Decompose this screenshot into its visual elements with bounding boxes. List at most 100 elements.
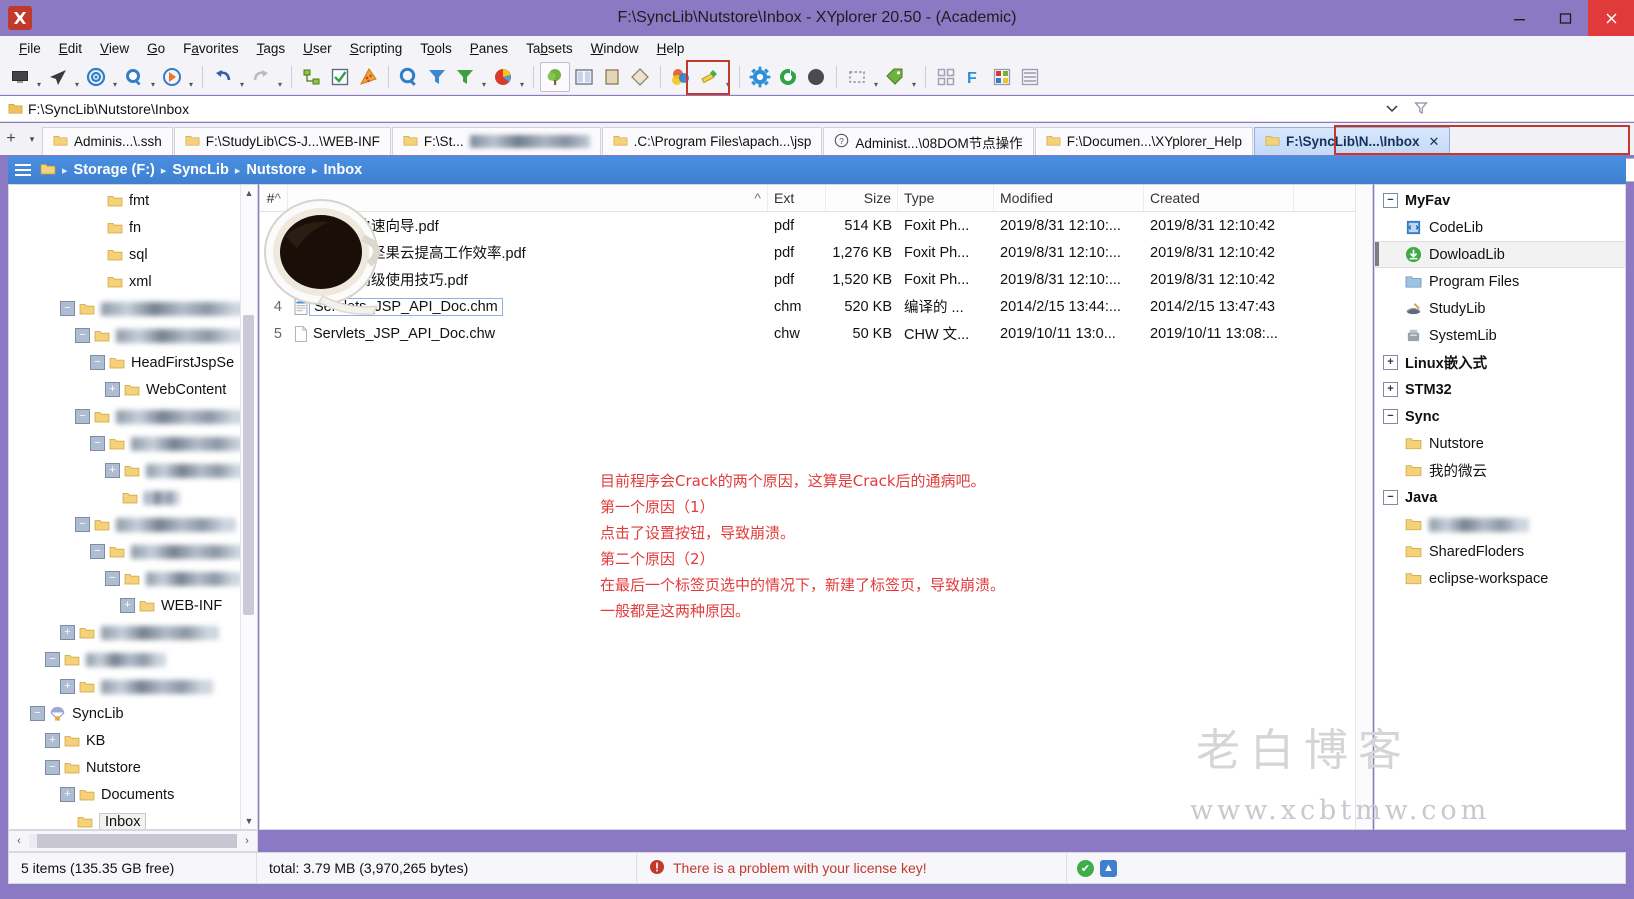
file-row[interactable]: 3PDF坚果云高级使用技巧.pdfpdf1,520 KBFoxit Ph...2… bbox=[260, 266, 1372, 293]
chevron-right-icon[interactable]: › bbox=[237, 835, 257, 847]
tree-node[interactable]: +WebContent bbox=[9, 376, 257, 403]
tab-0[interactable]: Adminis...\.ssh bbox=[42, 127, 173, 155]
catalog-toggle-expand-icon[interactable]: + bbox=[1383, 382, 1398, 397]
breadcrumb-item-1[interactable]: SyncLib bbox=[168, 162, 232, 178]
menu-item-tags[interactable]: Tags bbox=[248, 39, 295, 58]
tree-hscroll-thumb[interactable] bbox=[37, 834, 237, 848]
tree-node[interactable]: −HeadFirstJspSe bbox=[9, 349, 257, 376]
minimize-button[interactable] bbox=[1496, 0, 1542, 36]
menu-item-window[interactable]: Window bbox=[582, 39, 648, 58]
grid-icon[interactable] bbox=[932, 63, 960, 91]
column-header-type[interactable]: Type bbox=[898, 185, 994, 211]
menu-item-view[interactable]: View bbox=[91, 39, 138, 58]
catalog-group[interactable]: −Sync bbox=[1375, 403, 1625, 430]
chevron-left-icon[interactable]: ‹ bbox=[9, 835, 29, 847]
dual-pane-icon[interactable] bbox=[570, 63, 598, 91]
catalog-item[interactable]: Nutstore bbox=[1375, 430, 1625, 457]
menu-item-help[interactable]: Help bbox=[648, 39, 694, 58]
pie-chart-icon[interactable] bbox=[489, 63, 517, 91]
menu-item-favorites[interactable]: Favorites bbox=[174, 39, 248, 58]
menu-item-scripting[interactable]: Scripting bbox=[341, 39, 412, 58]
file-name[interactable]: Servlets_JSP_API_Doc.chw bbox=[313, 326, 495, 342]
close-button[interactable] bbox=[1588, 0, 1634, 36]
file-name[interactable]: Servlets_JSP_API_Doc.chm bbox=[309, 298, 503, 316]
tree-toggle-expand-icon[interactable]: + bbox=[60, 787, 75, 802]
catalog-item[interactable]: SharedFloders bbox=[1375, 538, 1625, 565]
gear-icon[interactable] bbox=[746, 63, 774, 91]
tab-3[interactable]: .C:\Program Files\apach...\jsp bbox=[602, 127, 823, 155]
tree-icon[interactable] bbox=[540, 62, 570, 92]
menu-item-panes[interactable]: Panes bbox=[461, 39, 517, 58]
catalog-item[interactable]: DowloadLib bbox=[1375, 241, 1625, 268]
preview-icon[interactable] bbox=[626, 63, 654, 91]
catalog-group[interactable]: −Java bbox=[1375, 484, 1625, 511]
chevron-down-icon[interactable]: ▾ bbox=[186, 61, 196, 93]
tree-toggle-collapse-icon[interactable]: − bbox=[90, 544, 105, 559]
column-header-ext[interactable]: Ext bbox=[768, 185, 826, 211]
funnel-icon[interactable] bbox=[1414, 101, 1428, 118]
catalog-item[interactable]: CodeLib bbox=[1375, 214, 1625, 241]
tab-close-icon[interactable]: ✕ bbox=[1429, 134, 1440, 150]
status-license-error[interactable]: There is a problem with your license key… bbox=[637, 853, 1067, 883]
tree-toggle-collapse-icon[interactable]: − bbox=[90, 436, 105, 451]
catalog-item[interactable] bbox=[1375, 511, 1625, 538]
tab-2[interactable]: F:\St... bbox=[392, 127, 601, 155]
hamburger-icon[interactable] bbox=[8, 156, 38, 184]
tree-hscroll-track[interactable] bbox=[29, 834, 237, 848]
tree-toggle-collapse-icon[interactable]: − bbox=[45, 760, 60, 775]
tree-node[interactable]: sql bbox=[9, 241, 257, 268]
column-header-num[interactable]: # ^ bbox=[260, 185, 288, 211]
tree-node[interactable]: fn bbox=[9, 214, 257, 241]
chevron-down-icon[interactable]: ▾ bbox=[110, 61, 120, 93]
tree-node[interactable]: + bbox=[9, 457, 257, 484]
tree-toggle-collapse-icon[interactable]: − bbox=[105, 571, 120, 586]
catalog-toggle-collapse-icon[interactable]: − bbox=[1383, 193, 1398, 208]
chevron-down-icon[interactable]: ▾ bbox=[34, 61, 44, 93]
tree-toggle-expand-icon[interactable]: + bbox=[60, 679, 75, 694]
column-header-modified[interactable]: Modified bbox=[994, 185, 1144, 211]
tree-toggle-expand-icon[interactable]: + bbox=[45, 733, 60, 748]
magnifier-blue-icon[interactable] bbox=[120, 63, 148, 91]
catalog-group[interactable]: +Linux嵌入式 bbox=[1375, 349, 1625, 376]
catalog-toggle-collapse-icon[interactable]: − bbox=[1383, 490, 1398, 505]
moon-icon[interactable] bbox=[802, 63, 830, 91]
chevron-down-icon[interactable]: ▾ bbox=[237, 61, 247, 93]
pizza-icon[interactable] bbox=[354, 63, 382, 91]
tab-6[interactable]: F:\SyncLib\N...\Inbox✕ bbox=[1254, 127, 1450, 155]
tree-toggle-collapse-icon[interactable]: − bbox=[90, 355, 105, 370]
tree-node[interactable]: − bbox=[9, 538, 257, 565]
refresh-green-icon[interactable] bbox=[774, 63, 802, 91]
menu-item-tools[interactable]: Tools bbox=[411, 39, 461, 58]
new-tab-button[interactable]: + bbox=[0, 123, 22, 155]
tree-horizontal-scrollbar[interactable]: ‹ › bbox=[8, 830, 258, 852]
tree-toggle-expand-icon[interactable]: + bbox=[60, 625, 75, 640]
tree-node[interactable]: xml bbox=[9, 268, 257, 295]
catalog-group[interactable]: +STM32 bbox=[1375, 376, 1625, 403]
maximize-button[interactable] bbox=[1542, 0, 1588, 36]
chevron-down-icon[interactable]: ▾ bbox=[909, 61, 919, 93]
checkbox-icon[interactable] bbox=[326, 63, 354, 91]
chevron-down-icon[interactable]: ▾ bbox=[148, 61, 158, 93]
font-icon[interactable]: F bbox=[960, 63, 988, 91]
monitor-icon[interactable] bbox=[6, 63, 34, 91]
tab-list-dropdown[interactable]: ▾ bbox=[22, 123, 42, 155]
tree-toggle-collapse-icon[interactable]: − bbox=[45, 652, 60, 667]
tree-node[interactable]: +Documents bbox=[9, 781, 257, 808]
tree-toggle-collapse-icon[interactable]: − bbox=[75, 328, 90, 343]
chevron-down-icon[interactable]: ▾ bbox=[479, 61, 489, 93]
menu-item-tabsets[interactable]: Tabsets bbox=[517, 39, 582, 58]
ok-badge-icon[interactable]: ✔ bbox=[1077, 860, 1094, 877]
list-grid-icon[interactable] bbox=[1016, 63, 1044, 91]
selection-box-icon[interactable] bbox=[843, 63, 871, 91]
tree-node[interactable]: Inbox bbox=[9, 808, 257, 830]
tree-toggle-expand-icon[interactable]: + bbox=[120, 598, 135, 613]
catalog-item[interactable]: StudyLib bbox=[1375, 295, 1625, 322]
undo-icon[interactable] bbox=[209, 63, 237, 91]
single-pane-icon[interactable] bbox=[598, 63, 626, 91]
tab-1[interactable]: F:\StudyLib\CS-J...\WEB-INF bbox=[174, 127, 391, 155]
tree-node[interactable]: +KB bbox=[9, 727, 257, 754]
tree-toggle-collapse-icon[interactable]: − bbox=[75, 517, 90, 532]
tree-node[interactable]: fmt bbox=[9, 187, 257, 214]
tree-node[interactable]: − bbox=[9, 565, 257, 592]
menu-item-user[interactable]: User bbox=[294, 39, 341, 58]
